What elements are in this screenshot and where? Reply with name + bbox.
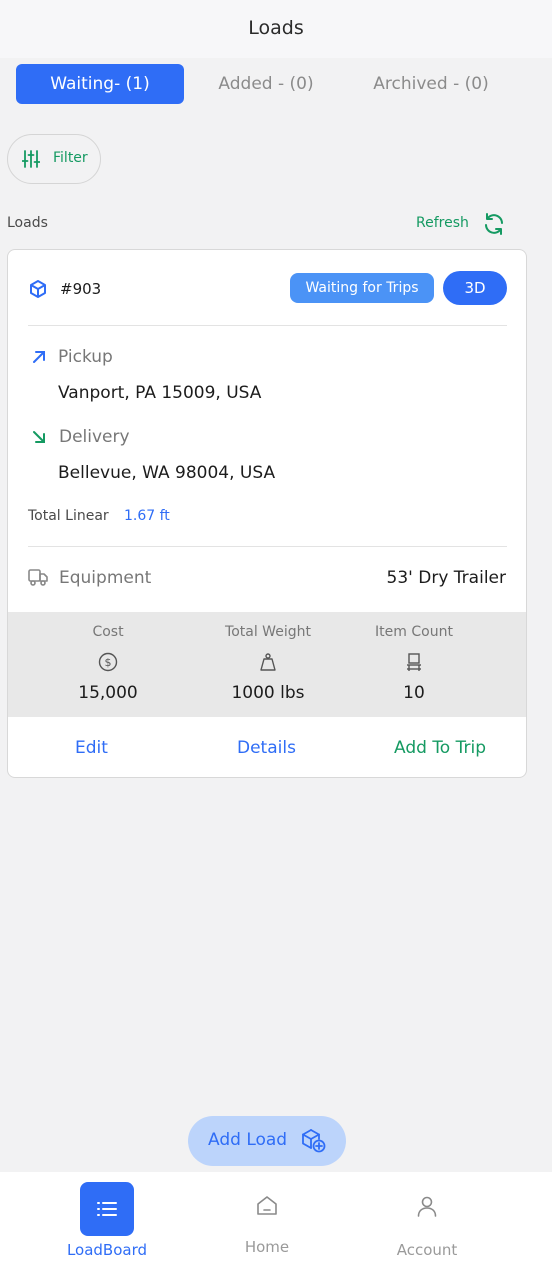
delivery-label: Delivery <box>59 427 130 447</box>
total-linear-label: Total Linear <box>28 508 109 524</box>
bottom-nav: LoadBoard Home Account <box>0 1172 552 1267</box>
stat-item-count: Item Count 10 <box>334 612 494 717</box>
list-icon <box>97 1202 117 1216</box>
edit-button[interactable]: Edit <box>75 738 108 758</box>
stat-value: 1000 lbs <box>231 683 305 703</box>
svg-text:$: $ <box>105 656 112 669</box>
sliders-icon <box>22 150 40 168</box>
total-linear-value: 1.67 ft <box>124 508 170 524</box>
status-badge: Waiting for Trips <box>290 273 434 303</box>
equipment-label: Equipment <box>59 568 152 588</box>
nav-home[interactable]: Home <box>197 1172 337 1267</box>
app-header: Loads <box>0 0 552 58</box>
nav-label: LoadBoard <box>66 1241 148 1259</box>
add-to-trip-button[interactable]: Add To Trip <box>394 738 486 758</box>
equipment-value: 53' Dry Trailer <box>386 568 506 588</box>
stat-value: 10 <box>403 683 425 703</box>
tab-archived[interactable]: Archived - (0) <box>356 64 506 104</box>
cube-icon <box>30 280 46 298</box>
refresh-button[interactable]: Refresh <box>416 211 508 239</box>
stat-weight: Total Weight 1000 lbs <box>188 612 348 717</box>
load-stats: Cost $ 15,000 Total Weight 1000 lbs Item… <box>8 612 526 717</box>
filter-button[interactable]: Filter <box>7 134 101 184</box>
refresh-icon <box>485 213 503 235</box>
dollar-icon: $ <box>98 652 118 672</box>
add-load-button[interactable]: Add Load <box>188 1116 346 1166</box>
truck-icon <box>28 569 48 586</box>
pickup-address: Vanport, PA 15009, USA <box>58 383 262 403</box>
nav-label: Home <box>244 1238 290 1256</box>
pallet-icon <box>407 653 421 671</box>
divider <box>28 325 507 326</box>
page-title: Loads <box>248 17 304 39</box>
nav-icon-box <box>240 1182 294 1236</box>
status-tabs: Waiting- (1) Added - (0) Archived - (0) <box>16 64 536 104</box>
tab-added[interactable]: Added - (0) <box>200 64 332 104</box>
details-button[interactable]: Details <box>237 738 296 758</box>
stat-label: Cost <box>92 624 124 640</box>
nav-account[interactable]: Account <box>357 1172 497 1267</box>
pickup-label: Pickup <box>58 347 113 367</box>
nav-loadboard[interactable]: LoadBoard <box>37 1172 177 1267</box>
user-icon <box>417 1196 437 1217</box>
box-plus-icon <box>302 1129 326 1153</box>
section-label: Loads <box>7 215 48 231</box>
refresh-label: Refresh <box>416 215 469 231</box>
stat-label: Item Count <box>375 624 453 640</box>
view-3d-button[interactable]: 3D <box>443 271 507 305</box>
nav-label: Account <box>396 1241 458 1259</box>
delivery-address: Bellevue, WA 98004, USA <box>58 463 276 483</box>
arrow-up-right-icon <box>33 351 45 363</box>
load-card: #903 Waiting for Trips 3D Pickup Vanport… <box>7 249 527 778</box>
home-icon <box>257 1196 277 1215</box>
stat-cost: Cost $ 15,000 <box>28 612 188 717</box>
stat-value: 15,000 <box>78 683 138 703</box>
load-id: #903 <box>60 280 102 298</box>
stat-label: Total Weight <box>225 624 311 640</box>
nav-icon-box <box>80 1182 134 1236</box>
nav-icon-box <box>400 1182 454 1236</box>
weight-icon <box>260 653 276 671</box>
filter-label: Filter <box>53 150 88 166</box>
divider <box>28 546 507 547</box>
tab-waiting[interactable]: Waiting- (1) <box>16 64 184 104</box>
arrow-down-right-icon <box>33 431 45 443</box>
add-load-label: Add Load <box>208 1130 288 1150</box>
